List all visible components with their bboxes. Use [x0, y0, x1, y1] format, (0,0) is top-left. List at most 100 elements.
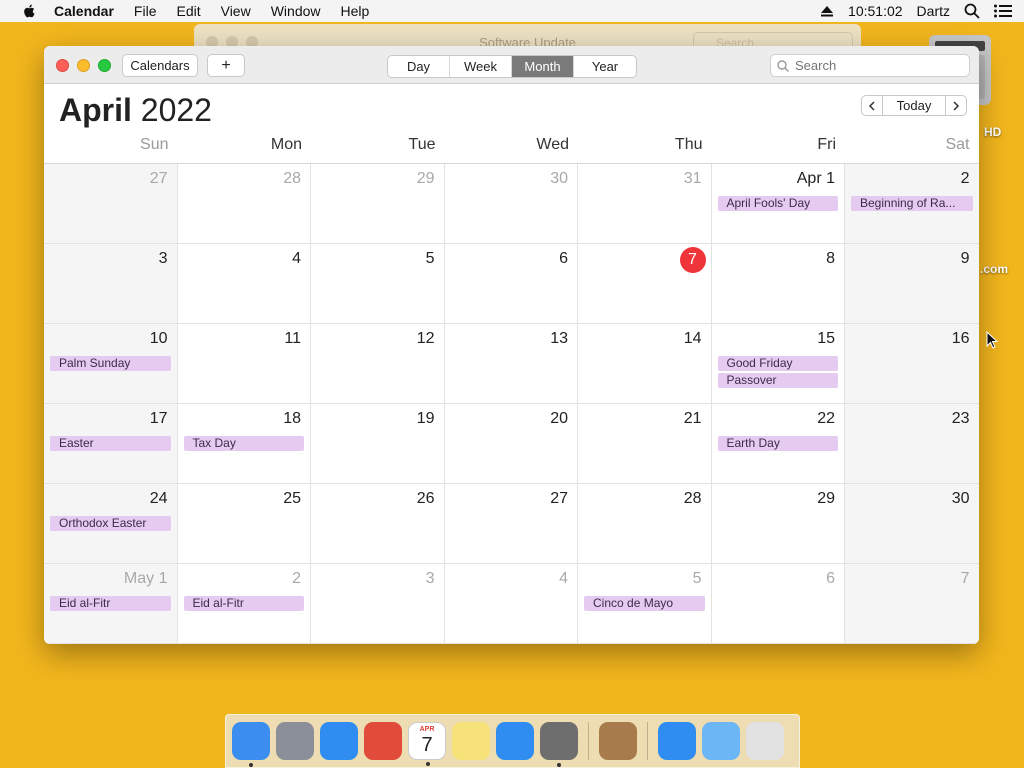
search-input[interactable]: [795, 58, 955, 73]
calendar-event[interactable]: Easter: [50, 436, 171, 451]
app-store-icon[interactable]: [496, 722, 534, 760]
contacts-icon[interactable]: [599, 722, 637, 760]
trash-icon[interactable]: [746, 722, 784, 760]
day-cell[interactable]: 10 Palm Sunday: [44, 324, 178, 404]
day-cell[interactable]: 18 Tax Day: [177, 404, 311, 484]
safari-icon[interactable]: [320, 722, 358, 760]
day-cell[interactable]: 7: [845, 564, 979, 644]
day-cell[interactable]: 5: [311, 244, 445, 324]
day-cell[interactable]: 2 Eid al-Fitr: [177, 564, 311, 644]
day-cell[interactable]: 3: [44, 244, 178, 324]
calendar-event[interactable]: Orthodox Easter: [50, 516, 171, 531]
weekday-label: Mon: [270, 136, 302, 153]
day-cell[interactable]: 24 Orthodox Easter: [44, 484, 178, 564]
desktop-item-label[interactable]: .com: [980, 262, 1008, 276]
launchpad-icon[interactable]: [276, 722, 314, 760]
view-month-button[interactable]: Month: [512, 56, 574, 77]
day-cell[interactable]: 3: [311, 564, 445, 644]
user-name[interactable]: Dartz: [917, 3, 950, 19]
day-cell[interactable]: 29: [711, 484, 845, 564]
month-grid: 27 28 29 30 31 Apr 1 April Fools' Day 2 Beginnin…: [44, 164, 979, 644]
calendar-event[interactable]: Beginning of Ra...: [851, 196, 973, 211]
view-year-button[interactable]: Year: [574, 56, 636, 77]
day-cell[interactable]: 5 Cinco de Mayo: [578, 564, 712, 644]
next-month-button[interactable]: [945, 95, 967, 116]
day-cell[interactable]: 28: [177, 164, 311, 244]
view-week-button[interactable]: Week: [450, 56, 512, 77]
close-button[interactable]: [56, 59, 69, 72]
clock[interactable]: 10:51:02: [848, 3, 903, 19]
day-cell[interactable]: 23: [845, 404, 979, 484]
calendar-event[interactable]: Palm Sunday: [50, 356, 171, 371]
app-menu-calendar[interactable]: Calendar: [54, 3, 114, 19]
day-cell[interactable]: 25: [177, 484, 311, 564]
day-cell[interactable]: 15 Good Friday Passover: [711, 324, 845, 404]
day-cell[interactable]: 28: [578, 484, 712, 564]
calendar-date-number: 7: [421, 734, 433, 756]
day-cell[interactable]: 30: [444, 164, 578, 244]
menu-view[interactable]: View: [221, 3, 251, 19]
calendar-event[interactable]: Eid al-Fitr: [183, 596, 304, 611]
calendar-icon[interactable]: APR 7: [408, 722, 446, 766]
day-cell[interactable]: 6: [711, 564, 845, 644]
day-cell[interactable]: 17 Easter: [44, 404, 178, 484]
downloads-folder-icon[interactable]: [702, 722, 740, 760]
day-cell[interactable]: 4: [444, 564, 578, 644]
menu-window[interactable]: Window: [271, 3, 321, 19]
finder-icon[interactable]: [232, 722, 270, 767]
search-field[interactable]: [770, 54, 970, 77]
day-cell[interactable]: 16: [845, 324, 979, 404]
day-cell[interactable]: 11: [177, 324, 311, 404]
day-cell[interactable]: 14: [578, 324, 712, 404]
calendars-button[interactable]: Calendars: [122, 54, 198, 77]
day-cell[interactable]: 9: [845, 244, 979, 324]
day-cell[interactable]: 26: [311, 484, 445, 564]
day-cell[interactable]: 4: [177, 244, 311, 324]
day-cell[interactable]: 21: [578, 404, 712, 484]
day-cell[interactable]: 6: [444, 244, 578, 324]
zoom-button[interactable]: [98, 59, 111, 72]
previous-month-button[interactable]: [861, 95, 883, 116]
day-cell[interactable]: 2 Beginning of Ra...: [845, 164, 979, 244]
day-cell[interactable]: 13: [444, 324, 578, 404]
add-event-button[interactable]: +: [207, 54, 245, 77]
day-cell[interactable]: 20: [444, 404, 578, 484]
app-store-folder-icon[interactable]: [658, 722, 696, 760]
view-day-button[interactable]: Day: [388, 56, 450, 77]
menu-help[interactable]: Help: [341, 3, 370, 19]
minimize-button[interactable]: [77, 59, 90, 72]
month-navigation: Today: [861, 95, 967, 116]
chevron-left-icon: [868, 100, 875, 111]
today-button[interactable]: Today: [883, 95, 945, 116]
day-cell[interactable]: May 1 Eid al-Fitr: [44, 564, 178, 644]
calendar-event[interactable]: Earth Day: [717, 436, 838, 451]
day-cell[interactable]: 30: [845, 484, 979, 564]
notes-icon[interactable]: [452, 722, 490, 760]
calendar-event[interactable]: Eid al-Fitr: [50, 596, 171, 611]
menu-edit[interactable]: Edit: [176, 3, 200, 19]
hd-label[interactable]: HD: [984, 125, 1001, 139]
spotlight-search-icon[interactable]: [964, 3, 980, 19]
calendar-event[interactable]: Passover: [717, 373, 838, 388]
day-cell[interactable]: 22 Earth Day: [711, 404, 845, 484]
day-cell[interactable]: 31: [578, 164, 712, 244]
day-cell[interactable]: 12: [311, 324, 445, 404]
chrome-icon[interactable]: [364, 722, 402, 760]
apple-menu-icon[interactable]: [20, 3, 40, 19]
day-cell[interactable]: 7: [578, 244, 712, 324]
day-cell[interactable]: 29: [311, 164, 445, 244]
system-preferences-icon[interactable]: [540, 722, 578, 767]
day-cell[interactable]: 19: [311, 404, 445, 484]
eject-icon[interactable]: [820, 4, 834, 18]
day-cell[interactable]: Apr 1 April Fools' Day: [711, 164, 845, 244]
calendar-event[interactable]: Cinco de Mayo: [584, 596, 705, 611]
day-cell[interactable]: 27: [44, 164, 178, 244]
calendar-event[interactable]: April Fools' Day: [717, 196, 838, 211]
calendar-event[interactable]: Tax Day: [183, 436, 304, 451]
calendar-event[interactable]: Good Friday: [717, 356, 838, 371]
day-cell[interactable]: 27: [444, 484, 578, 564]
day-cell[interactable]: 8: [711, 244, 845, 324]
day-events: Cinco de Mayo: [584, 596, 705, 611]
notification-center-icon[interactable]: [994, 4, 1012, 18]
menu-file[interactable]: File: [134, 3, 157, 19]
